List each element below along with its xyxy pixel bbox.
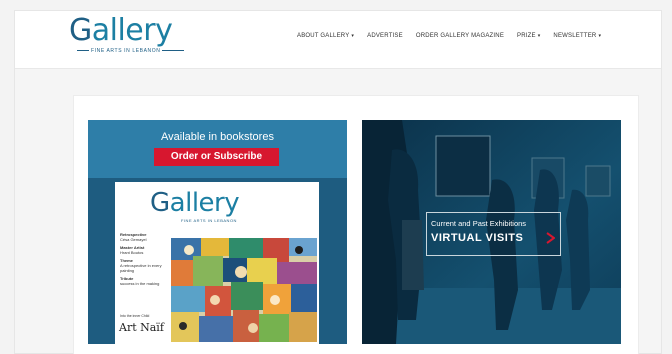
order-subscribe-button[interactable]: Order or Subscribe [154, 148, 279, 166]
magazine-promo-banner[interactable]: Available in bookstores Order or Subscri… [88, 120, 347, 344]
blurb-sub: Hrant Boutos [120, 250, 144, 255]
logo-initial: G [69, 13, 92, 48]
cover-art-subtitle: Into the inner Child [120, 314, 150, 318]
page-frame: Gallery FINE ARTS IN LEBANON ABOUT GALLE… [14, 10, 662, 354]
main-nav: ABOUT GALLERY ▾ ADVERTISE ORDER GALLERY M… [297, 33, 601, 39]
nav-label: ADVERTISE [367, 33, 403, 39]
magazine-cover[interactable]: Gallery FINE ARTS IN LEBANON Retrospecti… [115, 182, 319, 344]
virtual-visits-subtitle: Current and Past Exhibitions [431, 219, 527, 228]
logo-text: Gallery [69, 13, 179, 49]
nav-label: ABOUT GALLERY [297, 33, 350, 39]
chevron-down-icon: ▾ [598, 33, 602, 39]
nav-prize[interactable]: PRIZE ▾ [517, 33, 540, 39]
cover-blurb: Tribute success in the making [120, 276, 168, 286]
content-card: Available in bookstores Order or Subscri… [73, 95, 639, 354]
blurb-sub: success in the making [120, 281, 160, 286]
logo-word: allery [91, 13, 173, 48]
virtual-visits-link[interactable]: Current and Past Exhibitions VIRTUAL VIS… [426, 212, 561, 256]
chevron-down-icon: ▾ [351, 33, 355, 39]
virtual-visits-banner[interactable]: Current and Past Exhibitions VIRTUAL VIS… [362, 120, 621, 344]
cover-art-title: Art Naïf [119, 321, 164, 334]
cover-logo-initial: G [150, 188, 170, 218]
available-text: Available in bookstores [161, 131, 274, 143]
cover-blurb: Master Artist Hrant Boutos [120, 245, 168, 255]
cover-logo-word: allery [169, 188, 240, 218]
play-arrow-icon [546, 232, 555, 244]
chevron-down-icon: ▾ [537, 33, 541, 39]
cover-tagline: FINE ARTS IN LEBANON [181, 218, 237, 223]
logo-tagline: FINE ARTS IN LEBANON [77, 48, 184, 54]
promo-header: Available in bookstores Order or Subscri… [88, 120, 347, 178]
nav-order-gallery-magazine[interactable]: ORDER GALLERY MAGAZINE [416, 33, 504, 39]
cover-blurb: Retrospective Césa Gemayel [120, 232, 168, 242]
nav-about-gallery[interactable]: ABOUT GALLERY ▾ [297, 33, 354, 39]
cover-blurbs: Retrospective Césa Gemayel Master Artist H… [120, 232, 168, 289]
cover-logo: Gallery [150, 188, 240, 218]
blurb-sub: A retrospective in every painting [120, 263, 162, 273]
cover-artwork-image [171, 238, 317, 342]
nav-label: PRIZE [517, 33, 536, 39]
blurb-sub: Césa Gemayel [120, 237, 147, 242]
nav-newsletter[interactable]: NEWSLETTER ▾ [553, 33, 601, 39]
site-header: Gallery FINE ARTS IN LEBANON ABOUT GALLE… [15, 11, 661, 69]
nav-label: ORDER GALLERY MAGAZINE [415, 33, 505, 39]
nav-advertise[interactable]: ADVERTISE [367, 33, 403, 39]
nav-label: NEWSLETTER [553, 33, 597, 39]
virtual-visits-title: VIRTUAL VISITS [431, 232, 524, 244]
gallery-logo[interactable]: Gallery FINE ARTS IN LEBANON [69, 13, 179, 59]
cover-blurb: Theme A retrospective in every painting [120, 258, 168, 273]
